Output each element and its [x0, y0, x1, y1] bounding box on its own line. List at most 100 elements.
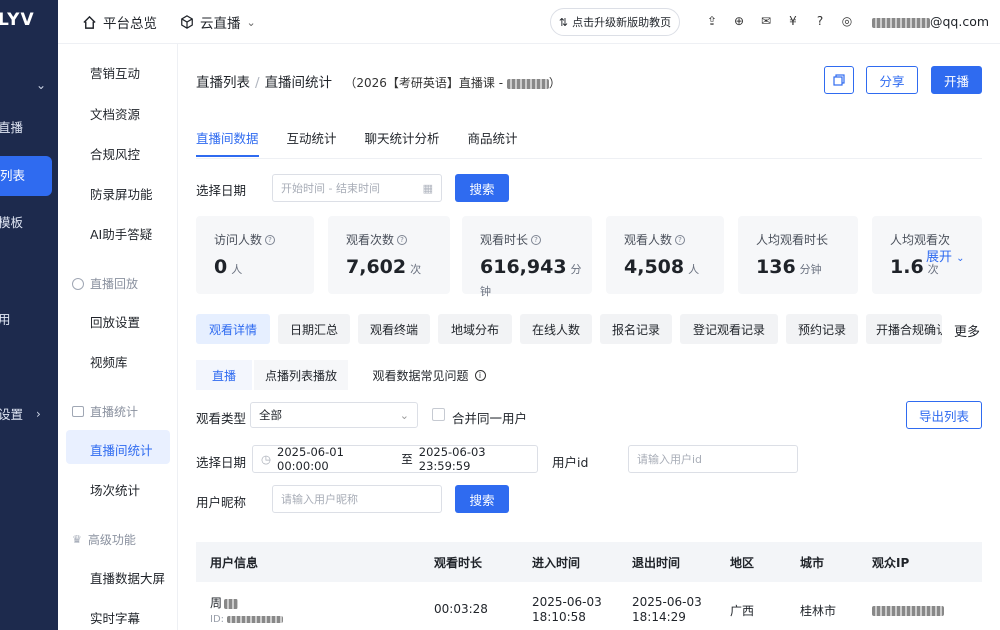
chevron-right-icon[interactable]: ›: [36, 407, 41, 421]
stat-value: 0人: [214, 256, 242, 278]
tab-live[interactable]: 直播: [196, 360, 252, 390]
help-icon[interactable]: ?: [812, 13, 828, 29]
watch-type-select[interactable]: 全部 ⌄: [250, 402, 418, 428]
info-icon[interactable]: ?: [265, 234, 276, 245]
tab-watch-details[interactable]: 观看详情: [196, 314, 270, 344]
row-exit-time: 18:14:29: [632, 610, 686, 624]
start-live-button[interactable]: 开播: [931, 66, 982, 94]
datetime-range-input[interactable]: ◷ 2025-06-01 00:00:00 至 2025-06-03 23:59…: [252, 445, 538, 473]
stat-title-text: 观看时长: [480, 233, 529, 247]
row-user-id: ID:: [210, 614, 284, 625]
sidebar-item-video-library[interactable]: 视频库: [90, 352, 128, 371]
rail-item-list[interactable]: 列表: [0, 156, 52, 196]
col-ip: 观众IP: [872, 556, 910, 570]
upgrade-button[interactable]: ⇅ 点击升级新版助教页: [550, 8, 680, 36]
sidebar-group-stats-label: 直播统计: [90, 405, 139, 419]
stat-card-duration: 观看时长? 616,943 分钟: [462, 216, 592, 298]
stat-value: 4,508 人: [624, 256, 699, 278]
info-icon[interactable]: ?: [675, 234, 686, 245]
copy-button[interactable]: [824, 66, 854, 94]
row-city: 桂林市: [800, 604, 837, 618]
date-to: 2025-06-03 23:59:59: [418, 445, 486, 473]
globe-icon[interactable]: ◎: [839, 13, 855, 29]
platform-overview-link[interactable]: 平台总览: [82, 12, 157, 32]
faq-link[interactable]: 观看数据常见问题 i: [364, 360, 494, 390]
rail-item-live[interactable]: 直播: [0, 108, 58, 148]
tab-chat-analysis[interactable]: 聊天统计分析: [365, 128, 440, 157]
tab-region[interactable]: 地域分布: [438, 314, 512, 344]
tab-online[interactable]: 在线人数: [520, 314, 592, 344]
tab-register-watch[interactable]: 登记观看记录: [680, 314, 778, 344]
download-icon[interactable]: ⊕: [731, 13, 747, 29]
stat-number: 1.6: [890, 256, 924, 278]
col-region: 地区: [730, 556, 755, 570]
nickname-input[interactable]: 请输入用户昵称: [272, 485, 442, 513]
stat-title-text: 观看人数: [624, 233, 673, 247]
rail-item-settings[interactable]: 设置: [0, 395, 58, 435]
date-label: 选择日期: [196, 183, 247, 198]
col-user-info: 用户信息: [210, 556, 259, 570]
platform-overview-label: 平台总览: [103, 16, 157, 32]
upload-icon[interactable]: ⇪: [704, 13, 720, 29]
row-enter-date: 2025-06-03: [532, 595, 602, 609]
stat-number: 0: [214, 256, 228, 278]
col-duration: 观看时长: [434, 556, 483, 570]
stat-card-visitors: 访问人数? 0人: [196, 216, 314, 294]
stat-value: 616,943 分钟: [480, 256, 592, 300]
stat-unit: 人: [688, 263, 700, 276]
sidebar-item-data-screen[interactable]: 直播数据大屏: [90, 568, 165, 587]
tab-signup[interactable]: 报名记录: [600, 314, 672, 344]
tab-terminal[interactable]: 观看终端: [358, 314, 430, 344]
merge-user-checkbox[interactable]: [432, 408, 445, 421]
live-title-text: （2026【考研英语】直播课 -: [344, 76, 504, 90]
swap-icon: ⇅: [558, 15, 569, 29]
user-account[interactable]: @qq.com: [872, 14, 989, 29]
col-enter-time: 进入时间: [532, 556, 581, 570]
live-title-end: ）: [548, 76, 561, 90]
more-tabs-button[interactable]: 更多: [954, 321, 980, 340]
tab-vod-list[interactable]: 点播列表播放: [254, 360, 348, 390]
yen-icon[interactable]: ¥: [785, 13, 801, 29]
rail-item-template[interactable]: 模板: [0, 203, 58, 243]
masked-ip: [872, 605, 944, 616]
sidebar-item-subtitles[interactable]: 实时字幕: [90, 608, 140, 627]
sidebar-item-marketing[interactable]: 营销互动: [90, 63, 140, 82]
tab-date-summary[interactable]: 日期汇总: [278, 314, 350, 344]
stat-number: 616,943: [480, 256, 567, 278]
sidebar-item-room-stats[interactable]: 直播间统计: [90, 440, 153, 459]
sidebar-item-playback-settings[interactable]: 回放设置: [90, 312, 140, 331]
expand-toggle[interactable]: 展开 ⌄: [926, 246, 965, 265]
user-id-input[interactable]: 请输入用户id: [628, 445, 798, 473]
share-button[interactable]: 分享: [866, 66, 918, 94]
sidebar-item-compliance[interactable]: 合规风控: [90, 144, 140, 163]
tab-reservation[interactable]: 预约记录: [786, 314, 858, 344]
search-button[interactable]: 搜索: [455, 174, 509, 202]
chevron-down-icon[interactable]: ⌄: [36, 78, 46, 92]
chevron-down-icon: ⌄: [399, 408, 409, 422]
info-icon[interactable]: ?: [397, 234, 408, 245]
breadcrumb-list[interactable]: 直播列表: [196, 75, 250, 91]
rail-item-app[interactable]: 用: [0, 300, 58, 340]
user-id-label: 用户id: [552, 455, 589, 470]
mail-icon[interactable]: ✉: [758, 13, 774, 29]
cloud-live-menu[interactable]: 云直播 ⌄: [180, 12, 256, 32]
export-list-button[interactable]: 导出列表: [906, 401, 982, 429]
sidebar-item-docs[interactable]: 文档资源: [90, 104, 140, 123]
tab-compliance-confirm[interactable]: 开播合规确认: [866, 314, 942, 344]
tab-interaction[interactable]: 互动统计: [287, 128, 337, 157]
tab-room-data[interactable]: 直播间数据: [196, 128, 259, 157]
search-button-2[interactable]: 搜索: [455, 485, 509, 513]
sidebar-item-session-stats[interactable]: 场次统计: [90, 480, 140, 499]
secondary-sidebar: 营销互动 文档资源 合规风控 防录屏功能 AI助手答疑 直播回放 回放设置 视频…: [58, 44, 178, 630]
info-icon[interactable]: ?: [531, 234, 542, 245]
tab-product[interactable]: 商品统计: [468, 128, 518, 157]
date-range-input[interactable]: 开始时间 - 结束时间 ▦: [272, 174, 442, 202]
topbar: 平台总览 云直播 ⌄ ⇅ 点击升级新版助教页 ⇪ ⊕ ✉ ¥ ? ◎ @qq.c…: [58, 0, 1000, 44]
masked-id: [227, 615, 284, 623]
sidebar-item-anti-record[interactable]: 防录屏功能: [90, 184, 153, 203]
row-region: 广西: [730, 604, 755, 618]
sidebar-item-ai-assistant[interactable]: AI助手答疑: [90, 224, 152, 243]
stats-icon: [72, 406, 84, 417]
live-title: （2026【考研英语】直播课 - ）: [344, 76, 561, 90]
main-content: 直播列表 / 直播间统计 （2026【考研英语】直播课 - ） 分享 开播 直播间数…: [178, 44, 1000, 630]
